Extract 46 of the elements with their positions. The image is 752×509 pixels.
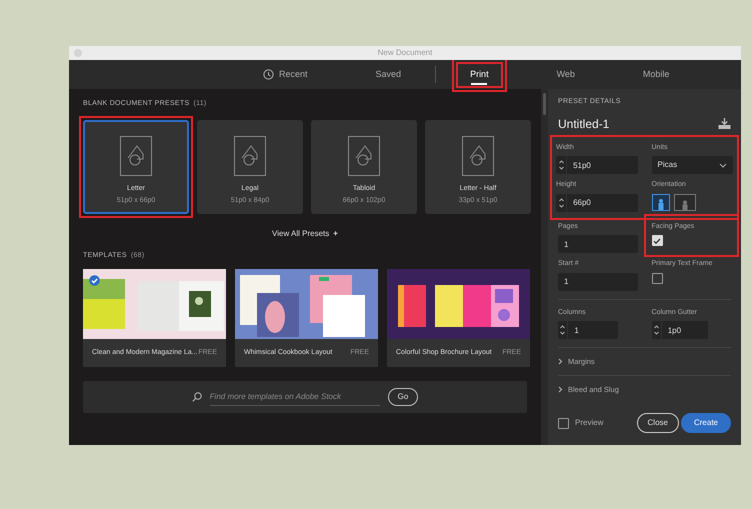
spinner-button[interactable] xyxy=(556,194,566,212)
spinner-button[interactable] xyxy=(556,156,566,174)
columns-field[interactable]: 1 xyxy=(568,321,618,339)
person-icon xyxy=(656,198,664,210)
scrollbar-thumb[interactable] xyxy=(543,93,546,115)
search-field[interactable]: Find more templates on Adobe Stock xyxy=(210,388,380,406)
clock-icon xyxy=(263,69,274,80)
document-icon xyxy=(462,136,494,176)
person-icon xyxy=(680,200,688,210)
close-button[interactable]: Close xyxy=(636,413,679,433)
create-button[interactable]: Create xyxy=(680,413,731,433)
document-icon xyxy=(234,136,266,176)
stepper-arrows-icon xyxy=(652,324,660,336)
tab[interactable]: Saved xyxy=(362,62,416,88)
preview-checkbox[interactable] xyxy=(558,418,569,428)
document-icon xyxy=(348,136,380,176)
width-field[interactable]: 51p0 xyxy=(567,156,638,174)
checkbox-label: Preview xyxy=(575,417,604,429)
save-preset-icon xyxy=(718,118,731,129)
start-number-field[interactable]: 1 xyxy=(558,272,638,290)
check-icon xyxy=(653,236,661,244)
document-icon xyxy=(120,136,152,176)
facing-pages-checkbox[interactable] xyxy=(652,235,662,246)
pages-field[interactable]: 1 xyxy=(558,235,638,253)
primary-text-frame-checkbox[interactable] xyxy=(652,272,662,284)
tab[interactable]: Recent xyxy=(249,62,322,88)
portrait-button[interactable] xyxy=(652,194,670,210)
chevron-down-icon xyxy=(719,162,727,168)
spinner-button[interactable] xyxy=(652,321,661,339)
spinner-button[interactable] xyxy=(558,321,568,339)
column-gutter-field[interactable]: 1p0 xyxy=(662,321,708,339)
window-title: New Document xyxy=(378,47,432,59)
tab[interactable]: Mobile xyxy=(628,62,684,88)
go-button[interactable]: Go xyxy=(388,388,418,406)
view-all-button[interactable]: View All Presets + xyxy=(266,226,344,240)
stepper-arrows-icon xyxy=(559,324,566,336)
height-field[interactable]: 66p0 xyxy=(567,194,638,212)
units-dropdown[interactable]: Picas xyxy=(652,156,733,174)
stepper-arrows-icon xyxy=(558,159,565,171)
search-icon xyxy=(192,392,202,402)
landscape-button[interactable] xyxy=(674,194,696,210)
tab[interactable]: Web xyxy=(542,62,589,88)
chevron-right-icon xyxy=(558,358,563,366)
chevron-right-icon xyxy=(558,386,563,394)
stepper-arrows-icon xyxy=(558,196,565,208)
document-name: Untitled-1 xyxy=(558,116,610,132)
